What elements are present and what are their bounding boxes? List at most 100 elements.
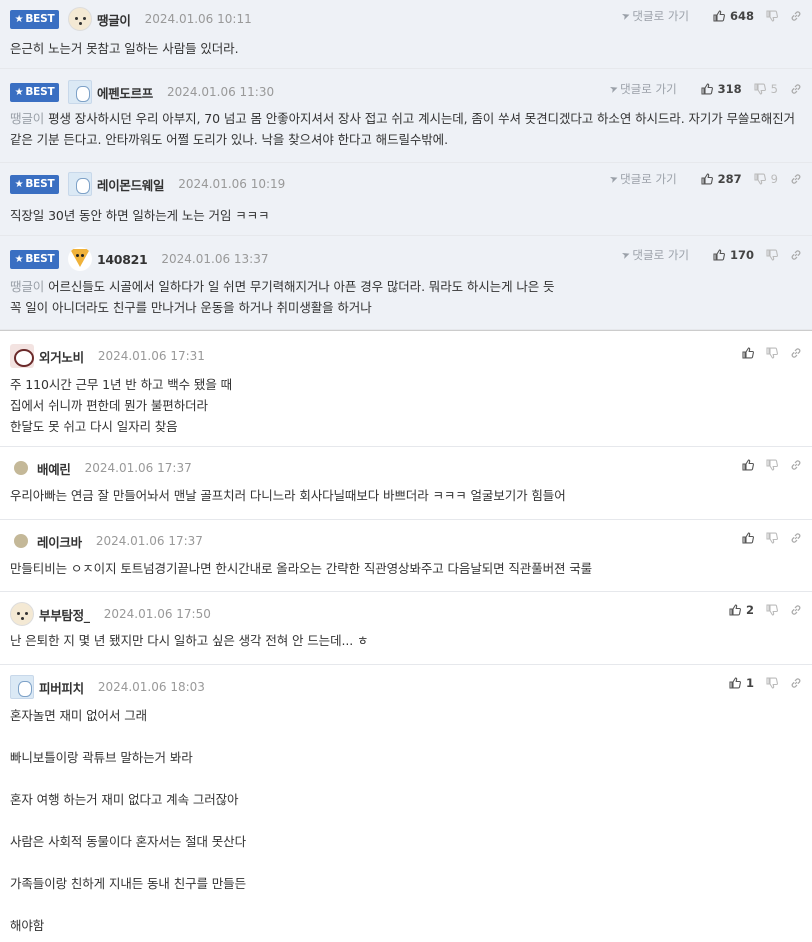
comment-list: ★ BEST 땡글이 2024.01.06 10:11 ➤ 댓글로 가기 648 은… [0,0,812,942]
nickname[interactable]: 땡글이 [97,10,131,29]
upvote-button[interactable]: 1 [729,676,754,690]
link-button[interactable] [790,249,802,261]
mention[interactable]: 땡글이 [10,279,44,294]
best-comment: ★ BEST 레이몬드웨일 2024.01.06 10:19 ➤ 댓글로 가기 28… [0,163,812,236]
upvote-button[interactable] [742,459,754,471]
star-icon: ★ [14,13,24,25]
downvote-button[interactable] [766,347,778,359]
avatar[interactable] [14,534,28,548]
link-button[interactable] [790,347,802,359]
comment: 피버피치 2024.01.06 18:03 1 혼자놀면 재미 없어서 그래 빠… [0,665,812,942]
downvote-button[interactable] [766,677,778,689]
comment-tools: ➤ 댓글로 가기 648 [620,0,802,32]
star-icon: ★ [14,86,24,98]
link-button[interactable] [790,173,802,185]
comment-tools [730,337,802,369]
thumbs-down-icon [766,347,778,359]
link-icon [791,11,801,21]
thumbs-down-icon [766,459,778,471]
avatar[interactable] [68,7,92,31]
downvote-button[interactable] [766,604,778,616]
downvote-button[interactable] [766,459,778,471]
comment-header: ★ BEST 140821 2024.01.06 13:37 [10,240,269,278]
goto-comment-link[interactable]: ➤ 댓글로 가기 [608,81,677,97]
nickname[interactable]: 에펜도르프 [97,83,153,102]
comment-tools: ➤ 댓글로 가기 170 [620,239,802,271]
comment: 배예린 2024.01.06 17:37 우리아빠는 연금 잘 만들어놔서 맨날… [0,447,812,520]
comment-tools: ➤ 댓글로 가기 287 9 [608,163,802,195]
comment-date: 2024.01.06 17:37 [95,534,203,548]
nickname[interactable]: 부부탐정_ [39,605,90,624]
comment-tools [730,449,802,481]
upvote-count: 2 [745,603,754,617]
thumbs-up-icon [701,173,713,185]
mention[interactable]: 땡글이 [10,111,44,126]
upvote-button[interactable]: 170 [713,248,754,262]
goto-comment-link[interactable]: ➤ 댓글로 가기 [620,247,689,263]
link-button[interactable] [790,532,802,544]
upvote-button[interactable] [742,532,754,544]
upvote-button[interactable]: 287 [701,172,742,186]
best-badge: ★ BEST [10,174,59,194]
avatar[interactable] [68,247,92,271]
upvote-button[interactable]: 318 [701,82,742,96]
link-button[interactable] [790,10,802,22]
comment-tools: 2 [717,594,802,626]
comment-date: 2024.01.06 18:03 [97,680,205,694]
nickname[interactable]: 외거노비 [39,347,84,366]
downvote-count: 9 [770,172,778,186]
thumbs-down-icon [766,249,778,261]
link-icon [791,348,801,358]
thumbs-down-icon [766,532,778,544]
avatar[interactable] [68,80,92,104]
comment-date: 2024.01.06 17:37 [84,461,192,475]
thumbs-down-icon [766,677,778,689]
avatar[interactable] [14,461,28,475]
downvote-button[interactable]: 9 [754,172,778,186]
link-button[interactable] [790,604,802,616]
link-icon [791,460,801,470]
upvote-count: 287 [717,172,742,186]
link-icon [791,605,801,615]
best-badge: ★ BEST [10,249,59,269]
downvote-button[interactable]: 5 [754,82,778,96]
thumbs-up-icon [742,347,754,359]
goto-comment-link[interactable]: ➤ 댓글로 가기 [608,171,677,187]
comment: 레이크바 2024.01.06 17:37 만들티비는 ㅇㅈ이지 토트넘경기끝나… [0,520,812,592]
upvote-count: 318 [717,82,742,96]
downvote-button[interactable] [766,10,778,22]
avatar[interactable] [10,344,34,368]
downvote-button[interactable] [766,532,778,544]
comment-header: ★ BEST 레이몬드웨일 2024.01.06 10:19 [10,165,285,203]
thumbs-up-icon [742,459,754,471]
nickname[interactable]: 140821 [97,252,148,267]
avatar[interactable] [68,172,92,196]
comment-header: 레이크바 2024.01.06 17:37 [10,522,203,560]
nickname[interactable]: 레이몬드웨일 [97,175,165,194]
upvote-count: 648 [729,9,754,23]
upvote-count: 170 [729,248,754,262]
link-button[interactable] [790,677,802,689]
avatar[interactable] [10,602,34,626]
link-button[interactable] [790,83,802,95]
comment-date: 2024.01.06 17:31 [97,349,205,363]
downvote-button[interactable] [766,249,778,261]
upvote-button[interactable]: 2 [729,603,754,617]
best-badge: ★ BEST [10,9,59,29]
nickname[interactable]: 배예린 [37,459,71,478]
avatar[interactable] [10,675,34,699]
nickname[interactable]: 레이크바 [37,532,82,551]
best-comment: ★ BEST 140821 2024.01.06 13:37 ➤ 댓글로 가기 17… [0,236,812,330]
comment-date: 2024.01.06 13:37 [161,252,269,266]
comment: 부부탐정_ 2024.01.06 17:50 2 난 은퇴한 지 몇 년 됐지만… [0,592,812,665]
thumbs-up-icon [701,83,713,95]
nickname[interactable]: 피버피치 [39,678,84,697]
best-comment: ★ BEST 에펜도르프 2024.01.06 11:30 ➤ 댓글로 가기 318… [0,69,812,163]
link-button[interactable] [790,459,802,471]
upvote-button[interactable] [742,347,754,359]
send-arrow-icon: ➤ [608,82,620,96]
goto-comment-link[interactable]: ➤ 댓글로 가기 [620,8,689,24]
comment-header: ★ BEST 땡글이 2024.01.06 10:11 [10,0,252,38]
comment-header: 외거노비 2024.01.06 17:31 [10,337,205,375]
upvote-button[interactable]: 648 [713,9,754,23]
